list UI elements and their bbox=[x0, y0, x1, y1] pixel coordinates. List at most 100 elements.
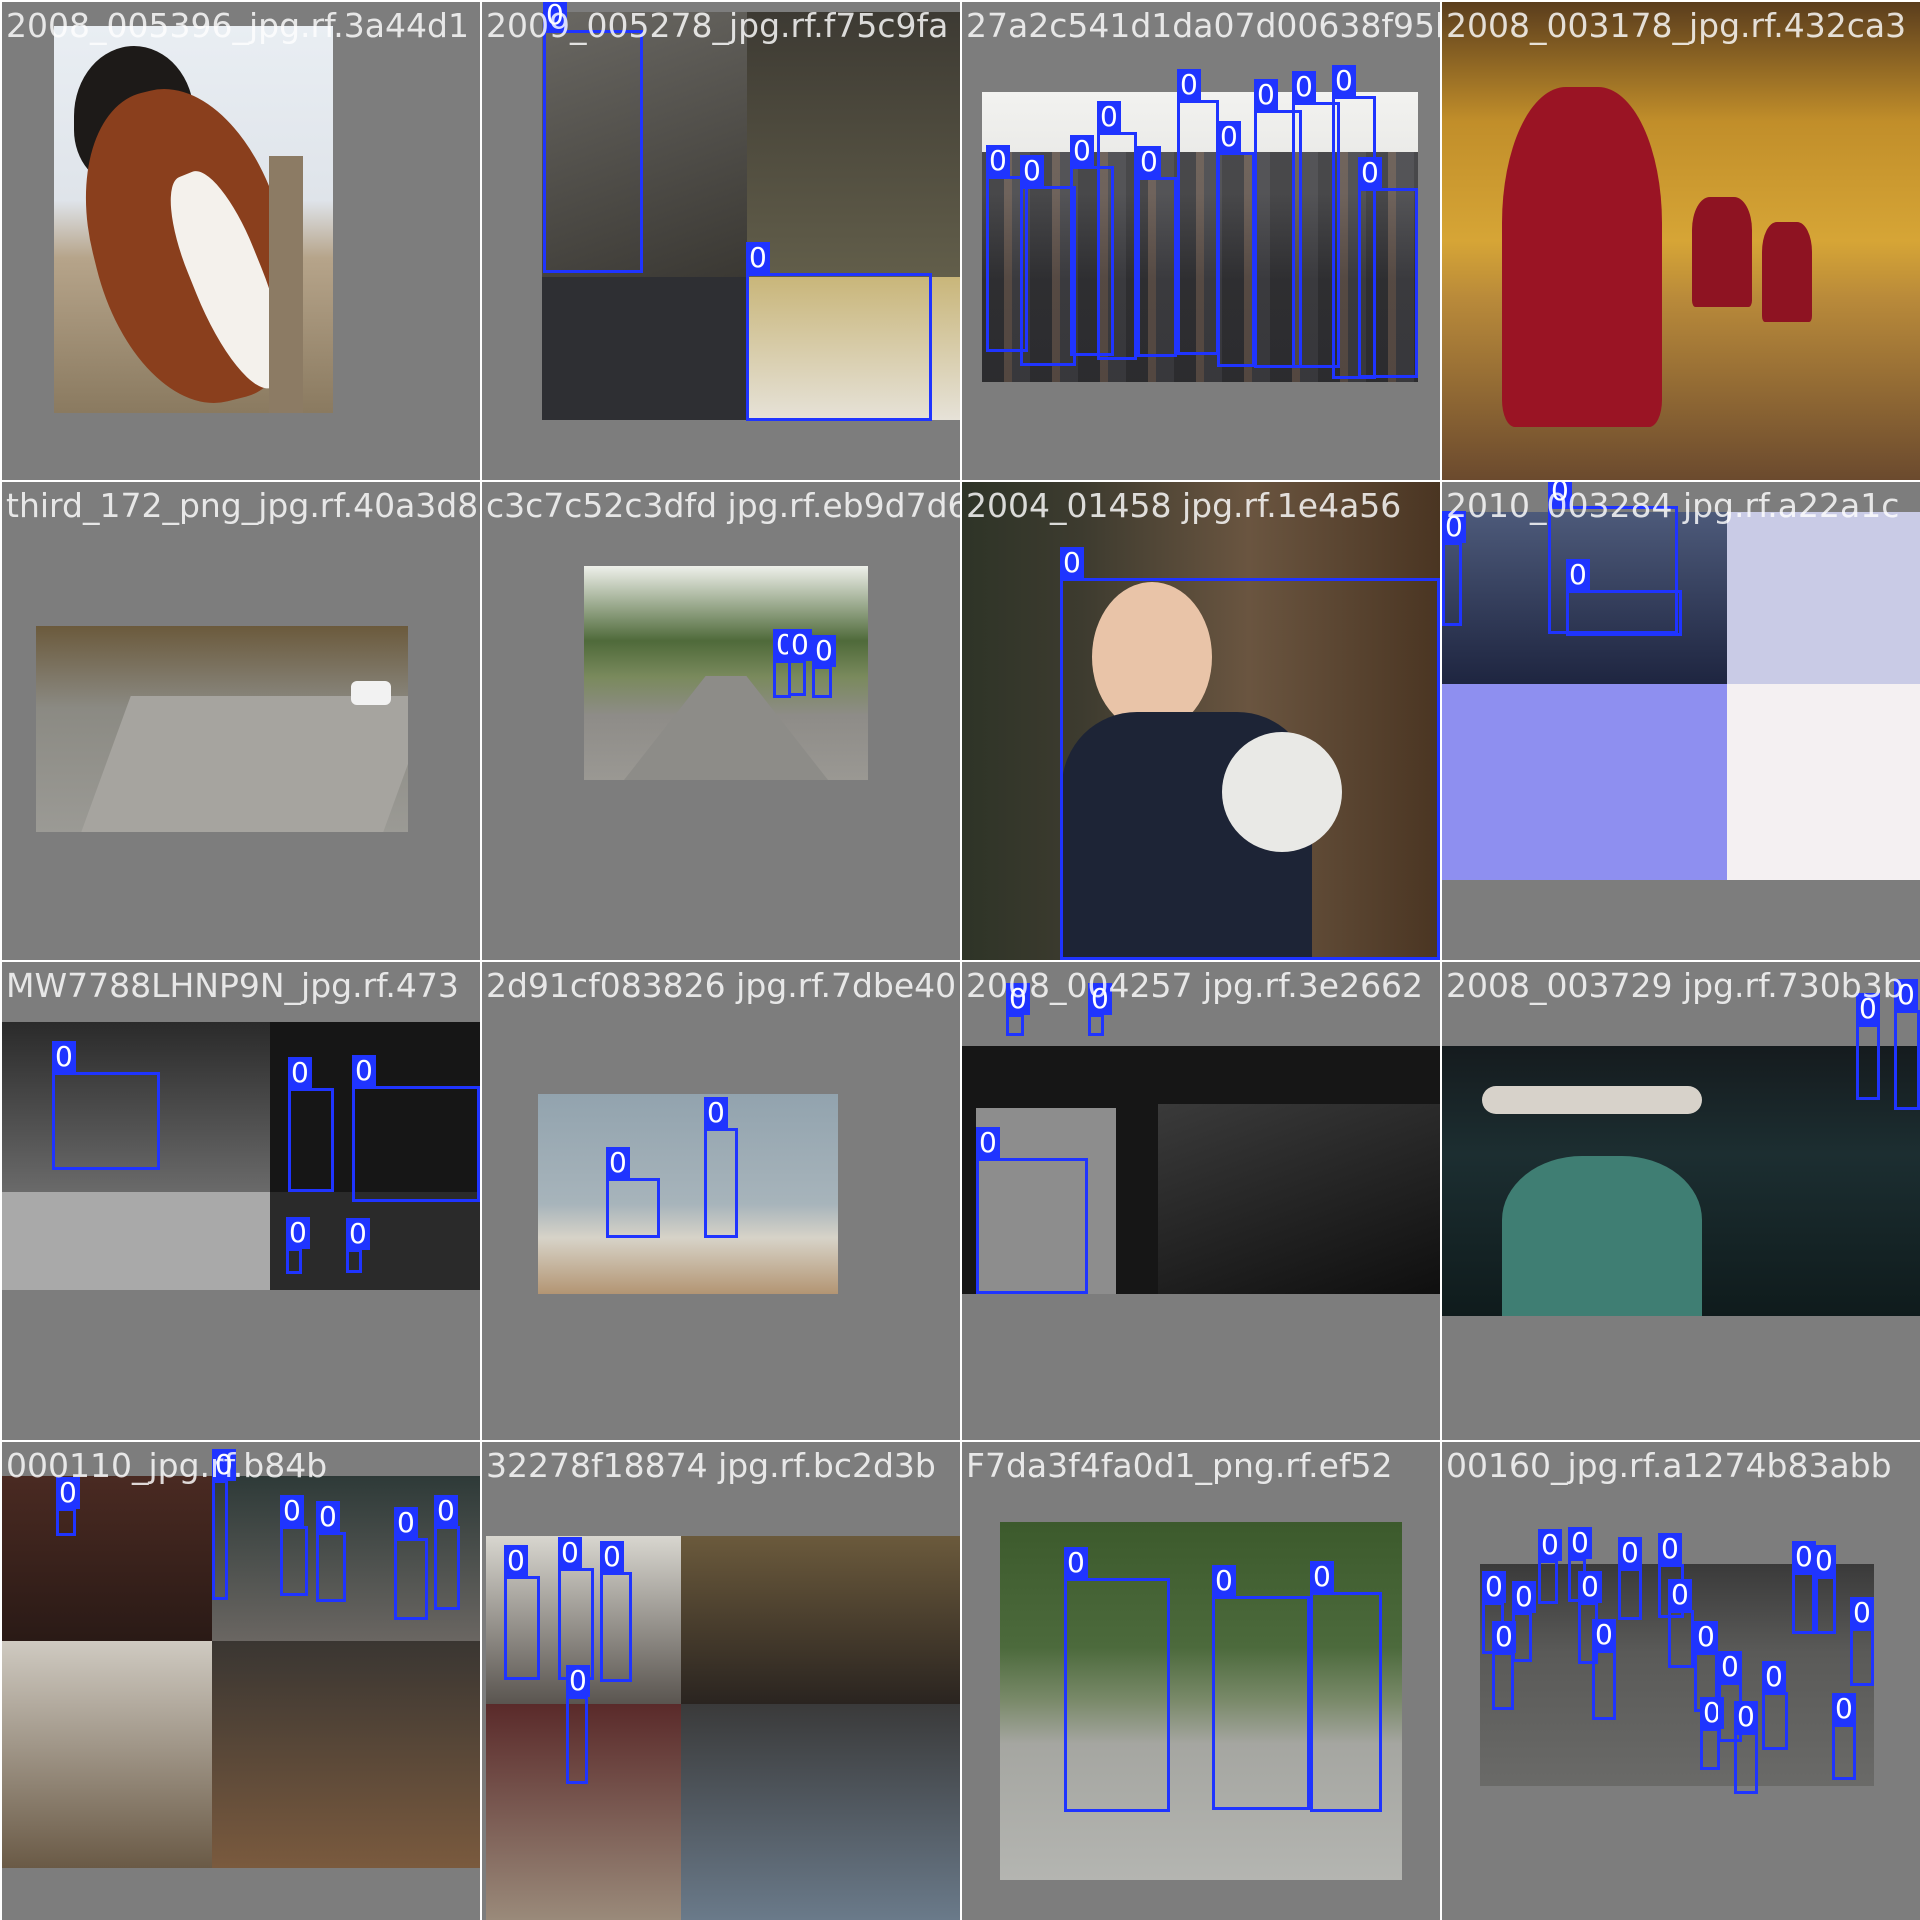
box-label: 0 bbox=[1332, 65, 1356, 97]
tile-title: 2009_005278_jpg.rf.f75c9fa bbox=[486, 6, 949, 45]
detection-box: 0 bbox=[316, 1501, 346, 1602]
box-label: 0 bbox=[600, 1541, 624, 1573]
box-label: 0 bbox=[1254, 79, 1278, 111]
tile-parking: 0 third_172_png_jpg.rf.40a3d8 bbox=[2, 482, 480, 960]
detection-box: 0 bbox=[1020, 155, 1076, 366]
tile-title: 2008_003729 jpg.rf.730b3b bbox=[1446, 966, 1904, 1005]
detection-box: 0 bbox=[812, 635, 836, 698]
tile-chairs: 2008_003178_jpg.rf.432ca3 bbox=[1442, 2, 1920, 480]
box-label: 0 bbox=[286, 1217, 310, 1249]
tile-shops: 0 0 0 0 32278f18874 jpg.rf.bc2d3b bbox=[482, 1442, 960, 1920]
box-label: 0 bbox=[1578, 1571, 1602, 1603]
box-label: 0 bbox=[1512, 1581, 1536, 1613]
detection-box: 0 bbox=[352, 1055, 480, 1202]
detection-box: 0 bbox=[1832, 1693, 1856, 1780]
parking-photo bbox=[36, 626, 408, 832]
tile-plaza: 0 0 0 0 0 0 0 0 0 0 0 0 0 0 0 0 0 0 0 00… bbox=[1442, 1442, 1920, 1920]
tile-title: 2008_003178_jpg.rf.432ca3 bbox=[1446, 6, 1907, 45]
box-label: 0 bbox=[1020, 155, 1044, 187]
chair bbox=[1692, 197, 1752, 307]
detection-box: 0 bbox=[1088, 983, 1112, 1036]
tile-title: 2010_003284 jpg.rf.a22a1c bbox=[1446, 486, 1900, 525]
detection-box: 0 bbox=[1310, 1561, 1382, 1812]
detection-box: 0 bbox=[543, 2, 643, 273]
detection-box: 0 bbox=[434, 1495, 460, 1610]
box-label: 0 bbox=[1718, 1651, 1742, 1683]
tile-title: 32278f18874 jpg.rf.bc2d3b bbox=[486, 1446, 936, 1485]
detection-box: 0 bbox=[286, 1217, 310, 1274]
detection-box: 0 bbox=[1762, 1661, 1788, 1750]
tile-title: 000110_jpg.rf.b84b bbox=[6, 1446, 328, 1485]
tile-outdoor-people: 0 0 2009_005278_jpg.rf.f75c9fa bbox=[482, 2, 960, 480]
photo-panel bbox=[2, 1192, 270, 1290]
box-label: 0 bbox=[1217, 121, 1241, 153]
tile-title: 27a2c541d1da07d00638f95b bbox=[966, 6, 1440, 45]
box-label: 0 bbox=[1310, 1561, 1334, 1593]
box-label: 0 bbox=[1832, 1693, 1856, 1725]
box-label: 0 bbox=[394, 1507, 418, 1539]
tile-group-photo: 0 0 0 0 0 0 0 0 0 0 0 27a2c541d1da07d006… bbox=[962, 2, 1440, 480]
detection-box: 0 bbox=[746, 242, 932, 421]
car bbox=[351, 681, 391, 705]
tile-singer: 0 0 2008_003729 jpg.rf.730b3b bbox=[1442, 962, 1920, 1440]
box-label: 0 bbox=[606, 1147, 630, 1179]
tile-pedestrians: 0 0 0 F7da3f4fa0d1_png.rf.ef52 bbox=[962, 1442, 1440, 1920]
tile-photo bbox=[1442, 482, 1920, 880]
detection-box: 0 bbox=[1137, 146, 1177, 357]
box-label: 0 bbox=[1212, 1565, 1236, 1597]
detection-box: 0 bbox=[1512, 1581, 1536, 1662]
box-label: 0 bbox=[986, 145, 1010, 177]
tile-title: 2004_01458 jpg.rf.1e4a56 bbox=[966, 486, 1402, 525]
chair bbox=[1762, 222, 1812, 322]
photo-panel bbox=[681, 1536, 960, 1704]
tile-child: 0 2004_01458 jpg.rf.1e4a56 bbox=[962, 482, 1440, 960]
tile-beach: 0 0 2d91cf083826 jpg.rf.7dbe40 bbox=[482, 962, 960, 1440]
tile-title: 2008_005396_jpg.rf.3a44d1 bbox=[6, 6, 469, 45]
photo-panel bbox=[1442, 684, 1727, 880]
chair bbox=[1502, 87, 1662, 427]
detection-box: 0 bbox=[1894, 979, 1920, 1110]
detection-box: 0 bbox=[788, 629, 812, 696]
box-label: 0 bbox=[1734, 1701, 1758, 1733]
photo-panel bbox=[212, 1641, 480, 1868]
detection-box: 0 bbox=[52, 1041, 160, 1170]
photo-panel bbox=[2, 1476, 212, 1641]
mosaic-grid: 2008_005396_jpg.rf.3a44d1 0 0 2009_00527… bbox=[0, 0, 1920, 1920]
tile-title: F7da3f4fa0d1_png.rf.ef52 bbox=[966, 1446, 1393, 1485]
tile-mixed: 0 0 0 2010_003284 jpg.rf.a22a1c bbox=[1442, 482, 1920, 960]
detection-box: 0 bbox=[600, 1541, 632, 1682]
box-label: 0 bbox=[316, 1501, 340, 1533]
photo-panel bbox=[681, 1704, 960, 1920]
detection-box: 0 bbox=[394, 1507, 428, 1620]
box-label: 0 bbox=[1668, 1579, 1692, 1611]
beach-photo bbox=[538, 1094, 838, 1294]
tile-title: 2008_004257 jpg.rf.3e2662 bbox=[966, 966, 1424, 1005]
singer bbox=[1502, 1156, 1702, 1316]
box-label: 0 bbox=[1812, 1545, 1836, 1577]
detection-box: 0 bbox=[1212, 1565, 1310, 1810]
detection-box: 0 bbox=[1006, 983, 1030, 1036]
box-label: 0 bbox=[1658, 1533, 1682, 1565]
box-label: 0 bbox=[1097, 101, 1121, 133]
detection-box: 0 bbox=[1734, 1701, 1758, 1794]
box-label: 0 bbox=[1482, 1571, 1506, 1603]
tile-horse: 2008_005396_jpg.rf.3a44d1 bbox=[2, 2, 480, 480]
box-label: 0 bbox=[52, 1041, 76, 1073]
box-label: 0 bbox=[788, 629, 812, 661]
box-label: 0 bbox=[1568, 1527, 1592, 1559]
detection-box: 0 bbox=[1592, 1619, 1616, 1720]
detection-box: 0 bbox=[1358, 157, 1418, 378]
airplane bbox=[1482, 1086, 1702, 1114]
detection-box: 0 bbox=[1618, 1537, 1642, 1620]
box-label: 0 bbox=[352, 1055, 376, 1087]
photo-panel bbox=[1727, 512, 1920, 684]
detection-box: 0 bbox=[288, 1057, 334, 1192]
box-label: 0 bbox=[1566, 559, 1590, 591]
box-label: 0 bbox=[504, 1545, 528, 1577]
detection-box: 0 bbox=[1064, 1547, 1170, 1812]
horse-photo bbox=[54, 26, 333, 413]
box-label: 0 bbox=[1137, 146, 1161, 178]
box-label: 0 bbox=[976, 1127, 1000, 1159]
tile-title: 00160_jpg.rf.a1274b83abb bbox=[1446, 1446, 1892, 1485]
tile-road: 0 0 0 c3c7c52c3dfd jpg.rf.eb9d7d6131 bbox=[482, 482, 960, 960]
